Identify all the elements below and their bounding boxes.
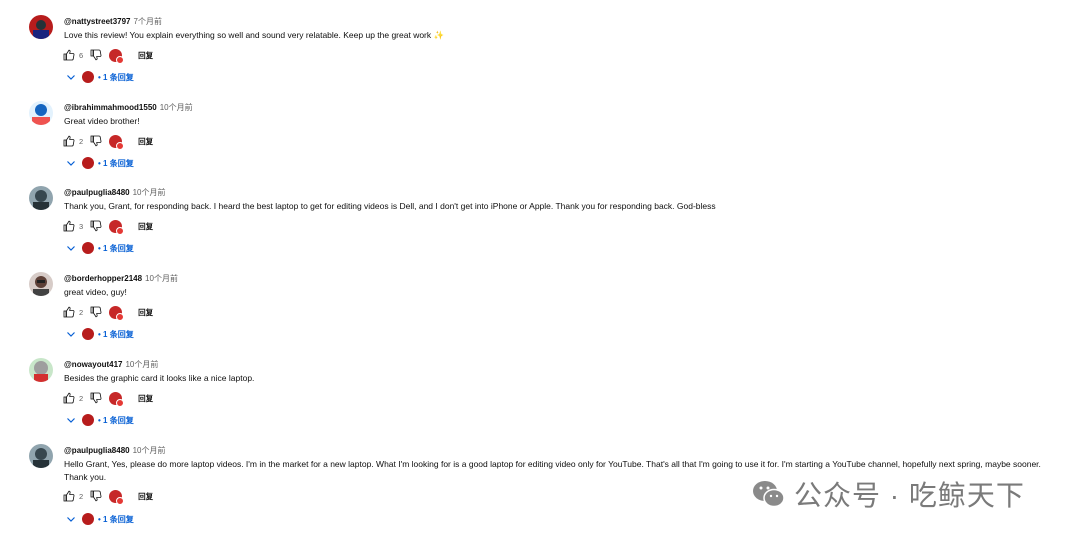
comment-header: @nattystreet3797 7个月前 [64, 16, 162, 27]
comment-header: @borderhopper2148 10个月前 [64, 273, 178, 284]
author-name[interactable]: @paulpuglia8480 [64, 446, 130, 455]
comment-actions: 2 回复 [62, 488, 153, 505]
replies-toggle[interactable]: • 1 条回复 [66, 70, 134, 84]
like-count: 6 [79, 50, 84, 60]
comment-text: Great video brother! [64, 116, 140, 126]
creator-heart-avatar [109, 48, 125, 64]
like-icon[interactable] [62, 48, 76, 62]
creator-heart-avatar [109, 305, 125, 321]
author-name[interactable]: @ibrahimmahmood1550 [64, 103, 157, 112]
avatar[interactable] [29, 15, 53, 39]
comment-text: Thank you, Grant, for responding back. I… [64, 201, 716, 211]
reply-avatar [82, 328, 94, 340]
like-count: 2 [79, 393, 84, 403]
watermark: 公众号 · 吃鲸天下 [752, 474, 1025, 514]
chevron-down-icon [67, 75, 75, 80]
author-name[interactable]: @nowayout417 [64, 360, 122, 369]
like-count: 2 [79, 307, 84, 317]
reply-avatar [82, 242, 94, 254]
reply-button[interactable]: 回复 [138, 393, 153, 404]
replies-count: • 1 条回复 [98, 514, 134, 524]
like-icon[interactable] [62, 134, 76, 148]
replies-count: • 1 条回复 [98, 72, 134, 82]
reply-button[interactable]: 回复 [138, 491, 153, 502]
comment-header: @nowayout417 10个月前 [64, 359, 158, 370]
watermark-text: 公众号 · 吃鲸天下 [794, 480, 1025, 511]
like-count: 2 [79, 491, 84, 501]
like-count: 2 [79, 136, 84, 146]
replies-toggle[interactable]: • 1 条回复 [66, 241, 134, 255]
replies-count: • 1 条回复 [98, 243, 134, 253]
creator-heart-avatar [109, 391, 125, 407]
reply-avatar [82, 414, 94, 426]
replies-count: • 1 条回复 [98, 329, 134, 339]
replies-toggle[interactable]: • 1 条回复 [66, 512, 134, 526]
dislike-icon[interactable] [89, 219, 103, 233]
comment-time[interactable]: 10个月前 [125, 360, 158, 369]
comment-actions: 3 回复 [62, 218, 153, 235]
replies-count: • 1 条回复 [98, 415, 134, 425]
comment-actions: 2 回复 [62, 133, 153, 150]
dislike-icon[interactable] [89, 48, 103, 62]
author-name[interactable]: @nattystreet3797 [64, 17, 131, 26]
like-count: 3 [79, 221, 84, 231]
like-icon[interactable] [62, 305, 76, 319]
replies-count: • 1 条回复 [98, 158, 134, 168]
chevron-down-icon [67, 517, 75, 522]
comment-actions: 6 回复 [62, 47, 153, 64]
chevron-down-icon [67, 161, 75, 166]
reply-button[interactable]: 回复 [138, 50, 153, 61]
chevron-down-icon [67, 246, 75, 251]
comment-actions: 2 回复 [62, 304, 153, 321]
replies-toggle[interactable]: • 1 条回复 [66, 156, 134, 170]
reply-avatar [82, 157, 94, 169]
avatar[interactable] [29, 272, 53, 296]
creator-heart-avatar [109, 219, 125, 235]
dislike-icon[interactable] [89, 489, 103, 503]
comment-header: @ibrahimmahmood1550 10个月前 [64, 102, 193, 113]
comment-text: Love this review! You explain everything… [64, 30, 445, 40]
replies-toggle[interactable]: • 1 条回复 [66, 413, 134, 427]
avatar[interactable] [29, 444, 53, 468]
creator-heart-avatar [109, 134, 125, 150]
wechat-icon [753, 481, 785, 508]
reply-avatar [82, 513, 94, 525]
author-name[interactable]: @borderhopper2148 [64, 274, 142, 283]
creator-heart-avatar [109, 489, 125, 505]
avatar[interactable] [29, 101, 53, 125]
comment-header: @paulpuglia8480 10个月前 [64, 445, 166, 456]
like-icon[interactable] [62, 219, 76, 233]
comment-text: Besides the graphic card it looks like a… [64, 373, 255, 383]
dislike-icon[interactable] [89, 305, 103, 319]
comment-time[interactable]: 10个月前 [133, 188, 166, 197]
reply-button[interactable]: 回复 [138, 136, 153, 147]
replies-toggle[interactable]: • 1 条回复 [66, 327, 134, 341]
avatar[interactable] [29, 358, 53, 382]
reply-avatar [82, 71, 94, 83]
comment-time[interactable]: 7个月前 [134, 17, 162, 26]
dislike-icon[interactable] [89, 134, 103, 148]
chevron-down-icon [67, 418, 75, 423]
like-icon[interactable] [62, 391, 76, 405]
comment-time[interactable]: 10个月前 [133, 446, 166, 455]
chevron-down-icon [67, 332, 75, 337]
avatar[interactable] [29, 186, 53, 210]
dislike-icon[interactable] [89, 391, 103, 405]
comment-time[interactable]: 10个月前 [145, 274, 178, 283]
author-name[interactable]: @paulpuglia8480 [64, 188, 130, 197]
reply-button[interactable]: 回复 [138, 221, 153, 232]
like-icon[interactable] [62, 489, 76, 503]
comment-text: great video, guy! [64, 287, 127, 297]
comment-header: @paulpuglia8480 10个月前 [64, 187, 166, 198]
comment-time[interactable]: 10个月前 [160, 103, 193, 112]
reply-button[interactable]: 回复 [138, 307, 153, 318]
comment-actions: 2 回复 [62, 390, 153, 407]
